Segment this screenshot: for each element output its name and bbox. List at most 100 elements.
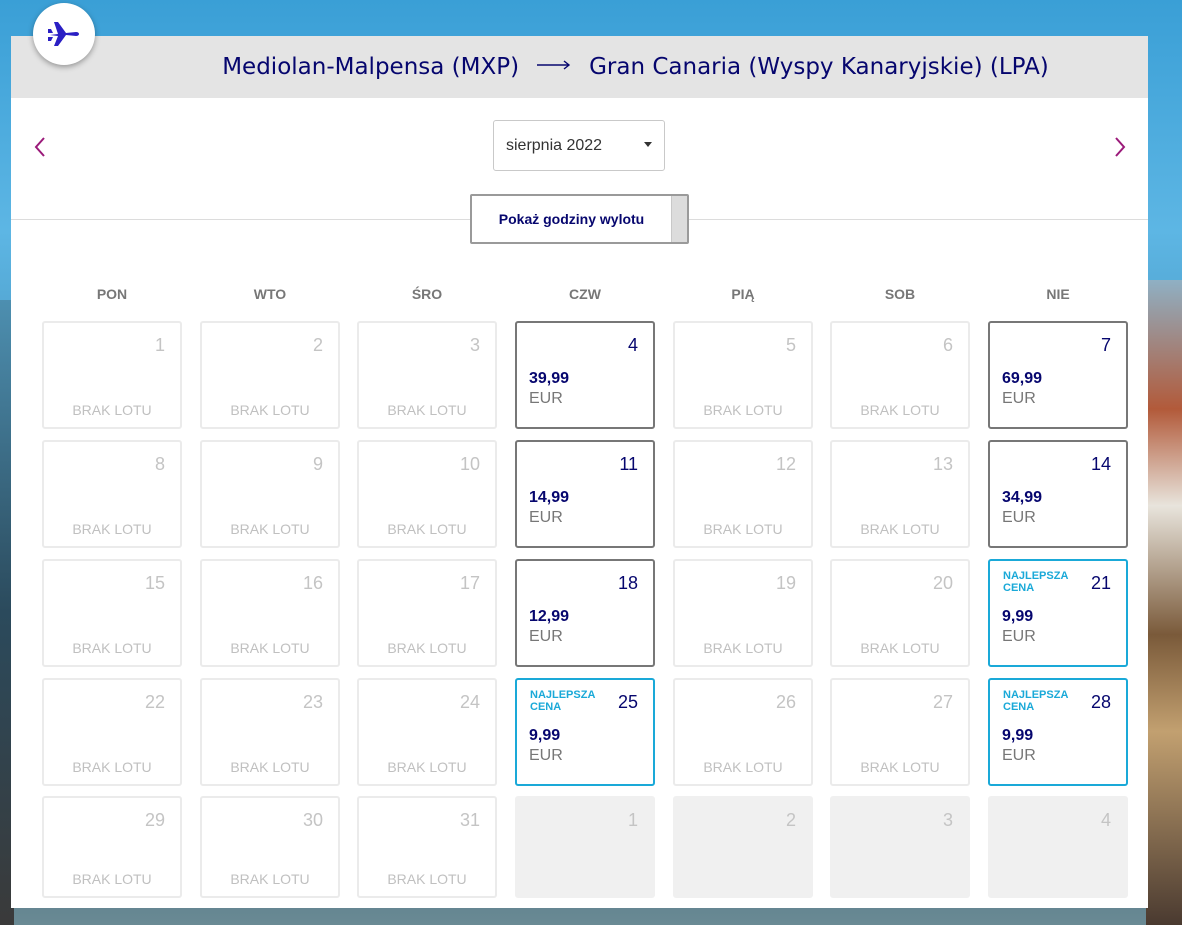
calendar-day-13: 13 BRAK LOTU <box>830 440 970 548</box>
day-number: 21 <box>1090 573 1111 593</box>
day-number: 29 <box>144 810 165 830</box>
calendar-day-20: 20 BRAK LOTU <box>830 559 970 667</box>
weekday-label: CZW <box>569 286 601 302</box>
day-number: 6 <box>942 335 953 355</box>
fare-price: 9,99 <box>1002 727 1034 744</box>
calendar-day-4[interactable]: 4 39,99 EUR <box>515 321 655 429</box>
fare-currency: EUR <box>529 747 563 764</box>
no-flight-label: BRAK LOTU <box>230 640 310 656</box>
day-number: 27 <box>932 692 953 712</box>
weekday-label: WTO <box>253 286 287 302</box>
calendar-day-1: 1 BRAK LOTU <box>42 321 182 429</box>
best-price-badge: NAJLEPSZA CENA <box>1003 570 1068 594</box>
no-flight-label: BRAK LOTU <box>387 640 467 656</box>
no-flight-label: BRAK LOTU <box>72 640 152 656</box>
calendar-day-14[interactable]: 14 34,99 EUR <box>988 440 1128 548</box>
no-flight-label: BRAK LOTU <box>703 521 783 537</box>
fare-currency: EUR <box>1002 628 1036 645</box>
calendar-day-11[interactable]: 11 14,99 EUR <box>515 440 655 548</box>
no-flight-label: BRAK LOTU <box>387 521 467 537</box>
day-number: 30 <box>302 810 323 830</box>
calendar-day-19: 19 BRAK LOTU <box>673 559 813 667</box>
calendar-day-6: 6 BRAK LOTU <box>830 321 970 429</box>
calendar-day-25[interactable]: 25 NAJLEPSZA CENA 9,99 EUR <box>515 678 655 786</box>
calendar-day-7[interactable]: 7 69,99 EUR <box>988 321 1128 429</box>
month-select[interactable]: sierpnia 2022 <box>493 120 665 171</box>
prev-month-button[interactable] <box>25 134 55 160</box>
calendar-day-27: 27 BRAK LOTU <box>830 678 970 786</box>
calendar-day-8: 8 BRAK LOTU <box>42 440 182 548</box>
calendar-day-22: 22 BRAK LOTU <box>42 678 182 786</box>
calendar-day-next-month-1: 1 <box>515 796 655 898</box>
calendar-day-18[interactable]: 18 12,99 EUR <box>515 559 655 667</box>
day-number: 28 <box>1090 692 1111 712</box>
day-number: 11 <box>619 454 638 474</box>
weekday-label: ŚRO <box>411 286 443 302</box>
day-number: 20 <box>932 573 953 593</box>
day-number: 7 <box>1100 335 1111 355</box>
no-flight-label: BRAK LOTU <box>860 521 940 537</box>
fare-currency: EUR <box>529 509 563 526</box>
calendar-day-3: 3 BRAK LOTU <box>357 321 497 429</box>
no-flight-label: BRAK LOTU <box>387 759 467 775</box>
origin-airport: Mediolan-Malpensa (MXP) <box>222 54 520 80</box>
weekday-label: SOB <box>884 286 916 302</box>
day-number: 3 <box>942 810 953 830</box>
fare-price: 69,99 <box>1002 370 1043 387</box>
no-flight-label: BRAK LOTU <box>230 759 310 775</box>
day-number: 12 <box>775 454 796 474</box>
day-number: 19 <box>775 573 796 593</box>
weekday-label: NIE <box>1046 286 1070 302</box>
fare-price: 14,99 <box>529 489 570 506</box>
no-flight-label: BRAK LOTU <box>72 402 152 418</box>
destination-airport: Gran Canaria (Wyspy Kanaryjskie) (LPA) <box>589 54 1049 80</box>
day-number: 2 <box>785 810 796 830</box>
best-price-badge: NAJLEPSZA CENA <box>530 689 595 713</box>
day-number: 14 <box>1090 454 1111 474</box>
fare-currency: EUR <box>529 390 563 407</box>
no-flight-label: BRAK LOTU <box>703 640 783 656</box>
chevron-left-icon <box>34 137 45 157</box>
flight-calendar-panel: Mediolan-Malpensa (MXP) Gran Canaria (Wy… <box>11 36 1148 908</box>
calendar-day-2: 2 BRAK LOTU <box>200 321 340 429</box>
toggle-knob[interactable] <box>671 196 687 242</box>
fare-price: 9,99 <box>529 727 561 744</box>
month-select-value: sierpnia 2022 <box>506 136 603 154</box>
calendar-day-30: 30 BRAK LOTU <box>200 796 340 898</box>
day-number: 2 <box>312 335 323 355</box>
day-number: 9 <box>312 454 323 474</box>
calendar-day-21[interactable]: 21 NAJLEPSZA CENA 9,99 EUR <box>988 559 1128 667</box>
no-flight-label: BRAK LOTU <box>387 402 467 418</box>
day-number: 4 <box>1100 810 1111 830</box>
day-number: 8 <box>154 454 165 474</box>
day-number: 13 <box>932 454 953 474</box>
no-flight-label: BRAK LOTU <box>72 871 152 887</box>
best-price-badge: NAJLEPSZA CENA <box>1003 689 1068 713</box>
day-number: 1 <box>627 810 638 830</box>
no-flight-label: BRAK LOTU <box>860 640 940 656</box>
chevron-right-icon <box>1115 137 1126 157</box>
calendar-day-26: 26 BRAK LOTU <box>673 678 813 786</box>
day-number: 3 <box>469 335 480 355</box>
day-number: 16 <box>302 573 323 593</box>
calendar-day-29: 29 BRAK LOTU <box>42 796 182 898</box>
fare-currency: EUR <box>1002 390 1036 407</box>
fare-currency: EUR <box>529 628 563 645</box>
weekday-label: PIĄ <box>731 286 755 302</box>
day-number: 24 <box>459 692 480 712</box>
plane-badge <box>33 3 95 65</box>
day-number: 22 <box>144 692 165 712</box>
calendar-day-28[interactable]: 28 NAJLEPSZA CENA 9,99 EUR <box>988 678 1128 786</box>
day-number: 23 <box>302 692 323 712</box>
fare-currency: EUR <box>1002 747 1036 764</box>
next-month-button[interactable] <box>1105 134 1135 160</box>
background-photo-right <box>1146 280 1182 925</box>
no-flight-label: BRAK LOTU <box>230 871 310 887</box>
show-departure-times-toggle[interactable]: Pokaż godziny wylotu <box>470 194 689 244</box>
fare-price: 9,99 <box>1002 608 1034 625</box>
day-number: 4 <box>627 335 638 355</box>
calendar-day-next-month-2: 2 <box>673 796 813 898</box>
calendar-day-next-month-4: 4 <box>988 796 1128 898</box>
calendar-day-12: 12 BRAK LOTU <box>673 440 813 548</box>
long-arrow-right-icon <box>537 60 571 70</box>
